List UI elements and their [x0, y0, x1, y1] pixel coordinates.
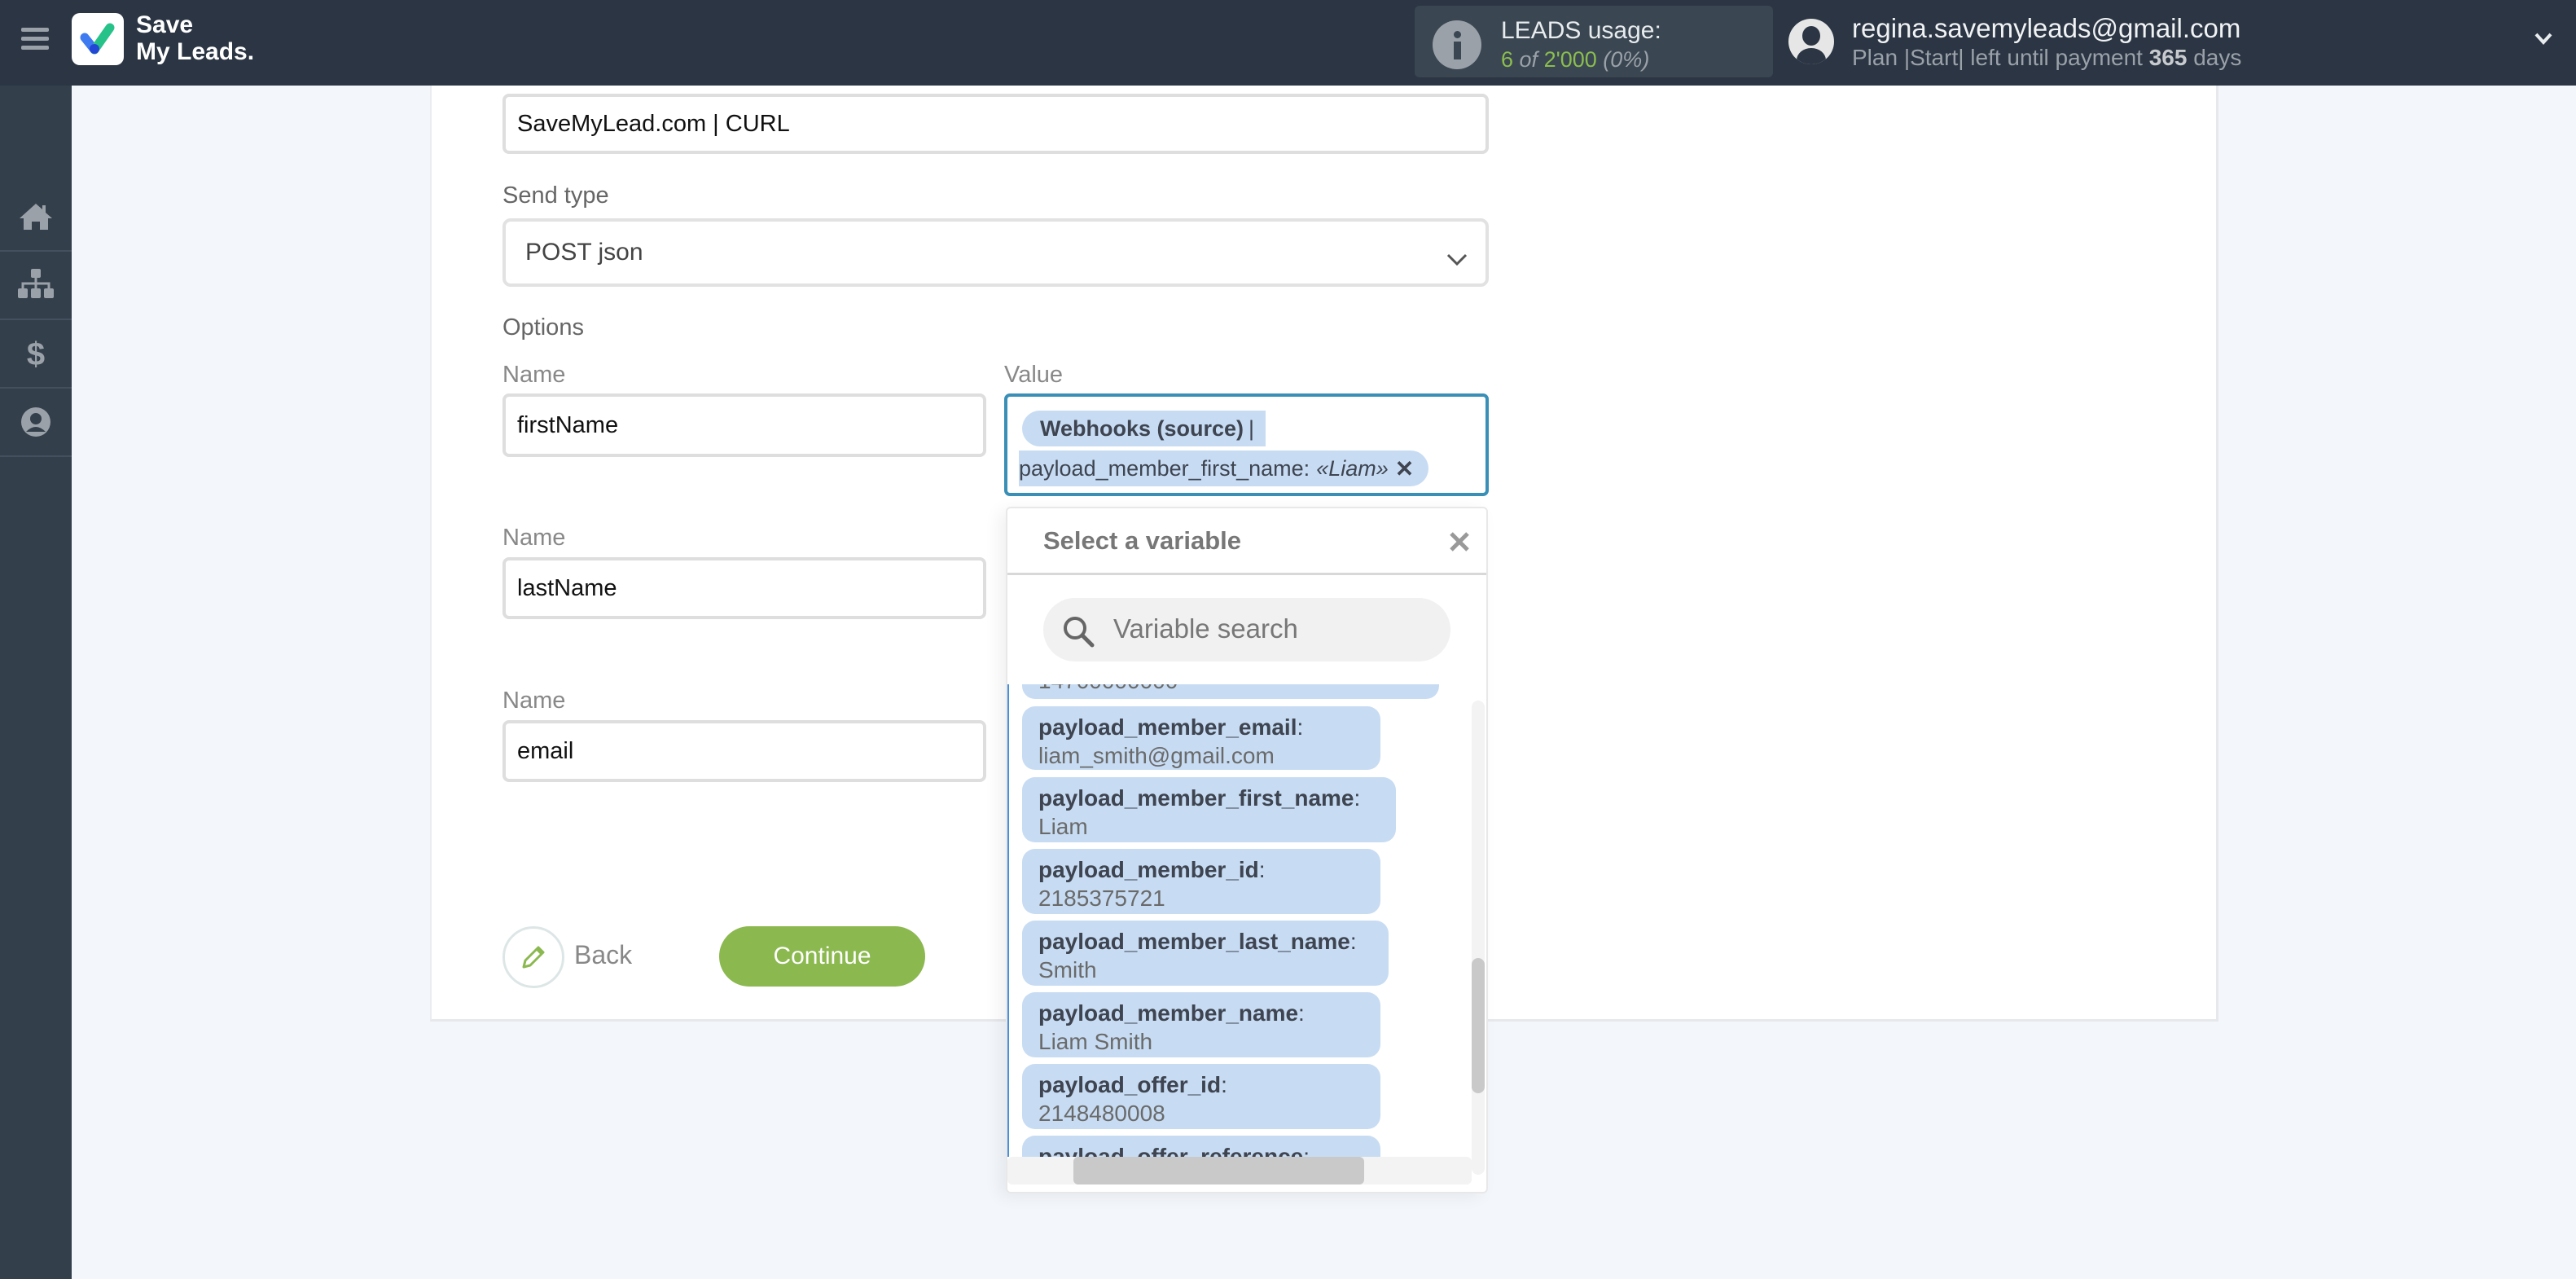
sidebar-item-connections[interactable]	[0, 252, 72, 320]
usage-of: of	[1513, 47, 1544, 72]
chevron-down-icon	[1446, 246, 1468, 274]
user-avatar-icon[interactable]	[1788, 19, 1834, 64]
svg-text:$: $	[27, 337, 45, 370]
account-dropdown-chevron-icon[interactable]	[2533, 28, 2554, 49]
variable-key: payload_offer_reference	[1038, 1144, 1304, 1157]
menu-icon-bar	[21, 37, 49, 41]
send-type-label: Send type	[502, 182, 609, 209]
variable-item[interactable]: payload_member_name: Liam Smith	[1022, 992, 1380, 1057]
remove-chip-close-icon[interactable]: ✕	[1395, 455, 1414, 482]
back-link[interactable]: Back	[574, 940, 632, 970]
plan-info: Plan |Start| left until payment 365 days	[1852, 45, 2241, 71]
continue-button[interactable]: Continue	[719, 926, 925, 987]
variable-item[interactable]: 14700000000	[1022, 684, 1439, 699]
variable-value: 14700000000	[1038, 684, 1439, 695]
options-label: Options	[502, 314, 584, 341]
plan-days-suffix: days	[2187, 45, 2242, 70]
dollar-icon: $	[27, 337, 45, 370]
leads-usage-panel: LEADS usage: 6 of 2'000 (0%)	[1415, 6, 1773, 77]
name-label: Name	[502, 688, 566, 714]
sidebar-item-home[interactable]	[0, 183, 72, 252]
option-name-input[interactable]: lastName	[502, 557, 986, 619]
chip-sample-value: «Liam»	[1316, 455, 1389, 481]
pencil-icon	[522, 946, 545, 969]
variable-value: Liam Smith	[1038, 1029, 1153, 1054]
info-icon	[1433, 20, 1481, 69]
horizontal-scrollbar-thumb[interactable]	[1073, 1157, 1364, 1185]
variable-picker-popup: Select a variable Variable search 147000…	[1006, 507, 1488, 1193]
send-type-select[interactable]: POST json	[502, 218, 1489, 287]
chip-separator: |	[1249, 415, 1255, 441]
usage-total: 2'000	[1543, 47, 1597, 72]
variable-key: payload_offer_id	[1038, 1072, 1222, 1097]
sidebar-item-billing[interactable]: $	[0, 320, 72, 389]
brand-name[interactable]: Save My Leads.	[136, 11, 254, 65]
logo-icon[interactable]	[72, 13, 124, 65]
top-bar: Save My Leads. LEADS usage: 6 of 2'000 (…	[0, 0, 2576, 86]
vertical-scrollbar-thumb[interactable]	[1472, 958, 1485, 1093]
popup-title: Select a variable	[1043, 526, 1241, 555]
search-placeholder: Variable search	[1113, 613, 1298, 644]
name-label: Name	[502, 525, 566, 551]
option-name-input[interactable]: firstName	[502, 393, 986, 457]
brand-line-2: My Leads.	[136, 38, 255, 65]
variable-item[interactable]: payload_member_id: 2185375721	[1022, 849, 1380, 914]
variable-search-input[interactable]: Variable search	[1043, 598, 1450, 661]
variable-value: Liam	[1038, 814, 1088, 839]
variable-list: 14700000000 payload_member_email:liam_sm…	[1007, 684, 1472, 1157]
usage-percent: (0%)	[1596, 47, 1650, 72]
close-icon[interactable]	[1447, 530, 1472, 554]
variable-key: payload_member_last_name	[1038, 929, 1350, 954]
chip-field-text: payload_member_first_name:	[1019, 455, 1310, 481]
plan-days: 365	[2148, 45, 2188, 70]
name-label: Name	[502, 362, 566, 388]
variable-key: payload_member_name	[1038, 1000, 1299, 1026]
variable-item[interactable]: payload_offer_reference:	[1022, 1136, 1380, 1157]
variable-value: Smith	[1038, 957, 1097, 982]
search-icon	[1061, 614, 1095, 653]
back-button[interactable]	[502, 926, 564, 988]
usage-used: 6	[1501, 47, 1514, 72]
sidebar-item-account[interactable]	[0, 389, 72, 457]
variable-item[interactable]: payload_member_first_name: Liam	[1022, 777, 1396, 842]
home-icon	[20, 204, 52, 230]
option-value-input[interactable]: Webhooks (source) | payload_member_first_…	[1004, 393, 1489, 496]
user-email[interactable]: regina.savemyleads@gmail.com	[1852, 13, 2240, 44]
variable-value: 2185375721	[1038, 886, 1165, 911]
usage-value: 6 of 2'000 (0%)	[1501, 47, 1649, 73]
popup-divider	[1007, 573, 1486, 575]
variable-key: payload_member_first_name	[1038, 785, 1354, 811]
brand-line-1: Save	[136, 11, 194, 38]
option-name-input[interactable]: email	[502, 720, 986, 782]
chip-source-text: Webhooks (source)	[1040, 415, 1244, 441]
variable-key: payload_member_id	[1038, 857, 1259, 882]
variable-key: payload_member_email	[1038, 714, 1297, 740]
variable-item[interactable]: payload_offer_id: 2148480008	[1022, 1064, 1380, 1129]
variable-value: liam_smith@gmail.com	[1038, 743, 1275, 768]
connection-name-input[interactable]: SaveMyLead.com | CURL	[502, 94, 1489, 154]
menu-toggle-button[interactable]	[21, 28, 49, 52]
variable-chip-field: payload_member_first_name: «Liam» ✕	[1019, 451, 1429, 486]
sitemap-icon	[18, 269, 54, 298]
variable-value: 2148480008	[1038, 1101, 1165, 1126]
menu-icon-bar	[21, 46, 49, 50]
variable-item[interactable]: payload_member_last_name: Smith	[1022, 921, 1389, 986]
sidebar: $	[0, 86, 72, 1279]
menu-icon-bar	[21, 28, 49, 32]
user-circle-icon	[21, 407, 50, 437]
plan-text: Plan |Start| left until payment	[1852, 45, 2149, 70]
vertical-scrollbar-track[interactable]	[1472, 701, 1485, 1175]
variable-chip-source: Webhooks (source) |	[1022, 411, 1266, 446]
value-label: Value	[1004, 362, 1064, 388]
send-type-value: POST json	[525, 239, 643, 266]
variable-item[interactable]: payload_member_email: liam_smith@gmail.co…	[1022, 706, 1380, 770]
usage-label: LEADS usage:	[1501, 17, 1661, 44]
